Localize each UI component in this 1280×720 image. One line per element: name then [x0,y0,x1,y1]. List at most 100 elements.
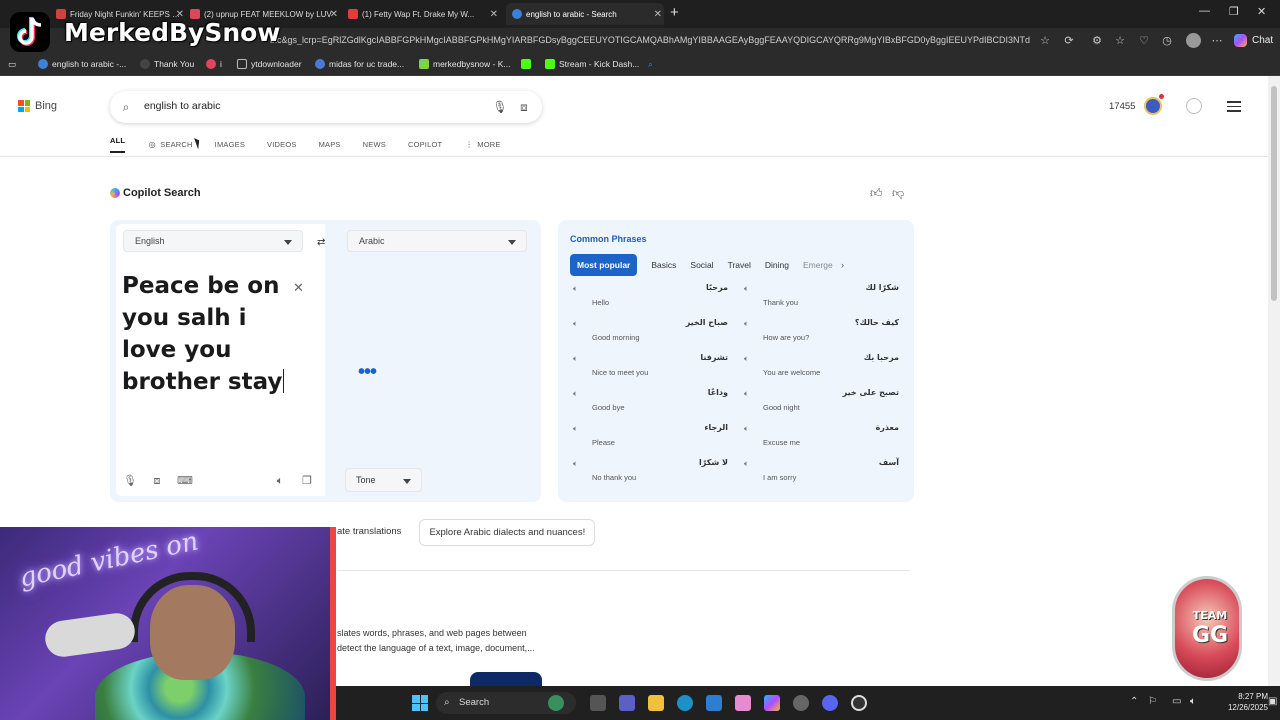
bookmark-item[interactable]: english to arabic -... [38,59,126,69]
speaker-icon[interactable]: 🔈︎ [573,284,578,294]
bookmark-item[interactable] [521,59,535,69]
visual-search-icon[interactable]: ⧈ [516,99,532,115]
browser-tab-active[interactable]: english to arabic - Search ✕ [506,3,664,25]
speaker-icon[interactable]: 🔈︎ [744,354,749,364]
phrase-item[interactable]: 🔈︎ وداعًا Good bye [570,387,730,419]
camera-icon[interactable]: ⧈ [150,474,164,488]
bookmark-item[interactable]: Thank You [140,59,194,69]
volume-icon[interactable]: 🔈︎ [1190,696,1196,707]
rewards-medal-icon[interactable] [1144,94,1164,115]
windows-start-icon[interactable] [412,695,428,711]
suggestion-chip[interactable]: ate translations [337,526,401,546]
edge-icon[interactable] [677,695,693,711]
tab-videos[interactable]: VIDEOS [267,136,297,153]
extension-icon[interactable]: ⟳ [1062,34,1076,48]
tab-more[interactable]: ⋮ MORE [464,136,500,153]
page-scrollbar[interactable] [1268,76,1280,686]
speaker-icon[interactable]: 🔈︎ [744,389,749,399]
tab-social[interactable]: Social [690,260,713,270]
settings-gear-icon[interactable] [793,695,809,711]
swap-languages-icon[interactable]: ⇄ [317,237,325,248]
speaker-icon[interactable]: 🔈︎ [573,424,578,434]
bing-logo[interactable]: Bing [18,100,57,112]
tab-copilot[interactable]: COPILOT [408,136,442,153]
rewards-points[interactable]: 17455 [1109,101,1135,112]
tone-select[interactable]: Tone [345,468,422,492]
suggestion-chip[interactable]: Explore Arabic dialects and nuances! [419,519,596,546]
widget-icon[interactable] [548,695,564,711]
minimize-icon[interactable]: — [1199,5,1210,17]
tab-search[interactable]: ◎ SEARCH [147,136,193,153]
task-view-icon[interactable] [590,695,606,711]
phrase-item[interactable]: 🔈︎ مرحبًا Hello [570,282,730,314]
speaker-icon[interactable]: 🔈︎ [573,459,578,469]
favorite-star-icon[interactable]: ☆ [1038,34,1052,48]
store-icon[interactable] [706,695,722,711]
tab-all[interactable]: ALL [110,136,126,153]
profile-avatar[interactable] [1186,33,1201,48]
clear-text-icon[interactable]: ✕ [293,280,304,296]
copy-icon[interactable]: ❐ [300,474,314,488]
bookmark-item[interactable]: midas for uc trade... [315,59,404,69]
copilot-icon[interactable] [764,695,780,711]
more-menu-icon[interactable]: ⋯ [1210,34,1224,48]
obs-icon[interactable] [851,695,867,711]
file-explorer-icon[interactable] [648,695,664,711]
tab-emergency[interactable]: Emerge [803,260,837,270]
user-icon[interactable] [1186,98,1202,114]
extension-icon[interactable]: ⚙ [1090,34,1104,48]
notification-icon[interactable]: ▣ [1268,696,1277,707]
new-tab-icon[interactable]: + [670,4,679,21]
hamburger-menu-icon[interactable] [1227,101,1241,115]
chevron-right-icon[interactable]: › [841,260,844,270]
url-field[interactable]: bic&gs_lcrp=EgRlZGdlKgcIABBFGPkHMgcIABBF… [270,35,1030,45]
language-icon[interactable]: ⚐ [1148,696,1157,707]
microphone-icon[interactable]: 🎙︎ [123,474,137,488]
speaker-icon[interactable]: 🔈︎ [744,424,749,434]
scrollbar-thumb[interactable] [1271,86,1277,301]
speaker-icon[interactable]: 🔈︎ [273,474,287,488]
tab-images[interactable]: IMAGES [215,136,245,153]
target-language-select[interactable]: Arabic [347,230,527,252]
tab-news[interactable]: NEWS [363,136,386,153]
phrase-item[interactable]: 🔈︎ معذرة Excuse me [741,422,901,454]
app-icon[interactable] [735,695,751,711]
bookmark-item[interactable]: Stream - Kick Dash... [545,59,639,69]
action-button[interactable] [470,672,542,686]
thumbs-up-icon[interactable]: 👍︎ [870,186,883,201]
bookmark-item[interactable]: ytdownloader [237,59,302,69]
bookmarks-menu-icon[interactable]: ▭ [8,59,16,70]
close-window-icon[interactable]: ✕ [1257,5,1266,18]
tab-basics[interactable]: Basics [651,260,676,270]
thumbs-down-icon[interactable]: 👎︎ [892,186,904,201]
microphone-icon[interactable]: 🎙︎ [492,99,508,115]
favorites-icon[interactable]: ☆ [1113,34,1127,48]
system-clock[interactable]: 8:27 PM 12/26/2025 [1208,691,1268,713]
search-input[interactable]: english to arabic [144,100,220,112]
network-icon[interactable]: ▭ [1172,696,1181,707]
speaker-icon[interactable]: 🔈︎ [573,354,578,364]
speaker-icon[interactable]: 🔈︎ [573,389,578,399]
phrase-item[interactable]: 🔈︎ صباح الخير Good morning [570,317,730,349]
speaker-icon[interactable]: 🔈︎ [744,459,749,469]
discord-icon[interactable] [822,695,838,711]
phrase-item[interactable]: 🔈︎ تشرفنا Nice to meet you [570,352,730,384]
phrase-item[interactable]: 🔈︎ لا شكرًا No thank you [570,457,730,489]
close-icon[interactable]: ✕ [490,9,498,20]
phrase-item[interactable]: 🔈︎ آسف I am sorry [741,457,901,489]
heart-icon[interactable]: ♡ [1137,34,1151,48]
phrase-item[interactable]: 🔈︎ مرحبا بك You are welcome [741,352,901,384]
chevron-up-icon[interactable]: ⌃ [1130,696,1138,707]
tab-maps[interactable]: MAPS [319,136,341,153]
tab-travel[interactable]: Travel [728,260,751,270]
source-text-input[interactable]: Peace be on you salh i love you brother … [122,270,302,398]
history-icon[interactable]: ◷ [1160,34,1174,48]
tab-dining[interactable]: Dining [765,260,789,270]
speaker-icon[interactable]: 🔈︎ [573,319,578,329]
source-language-select[interactable]: English [123,230,303,252]
keyboard-icon[interactable]: ⌨ [177,474,193,488]
bookmark-item[interactable]: merkedbysnow - K... [419,59,510,69]
close-icon[interactable]: ✕ [654,9,662,20]
search-box[interactable]: ⌕ english to arabic 🎙︎ ⧈ [110,91,542,123]
phrase-item[interactable]: 🔈︎ كيف حالك؟ How are you? [741,317,901,349]
